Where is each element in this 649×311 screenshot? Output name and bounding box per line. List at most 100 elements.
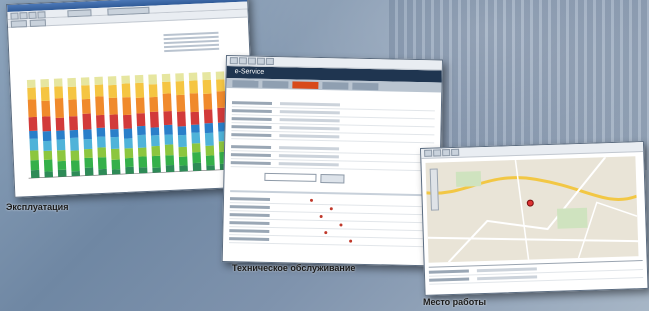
map-view[interactable] [425,156,639,263]
bar-segment [124,138,133,149]
map-roads [426,156,639,263]
tab-active[interactable] [292,81,319,89]
toolbar-button[interactable] [238,57,247,65]
bar-segment [110,129,119,138]
bar-segment [137,134,147,148]
bar-segment [204,132,214,146]
service-window: e-Service [221,55,443,267]
toolbar-button[interactable] [442,149,451,157]
bar-segment [137,147,147,157]
tab[interactable] [262,80,289,89]
bar-segment [204,122,214,134]
bar-segment [110,136,120,150]
bar-segment [152,167,161,173]
bar-segment [164,144,174,156]
bar-segment [149,111,159,128]
bar-segment [149,96,159,112]
bar-segment [44,171,54,178]
bar-segment [162,93,172,112]
bar-segment [165,164,175,173]
bar-segment [96,136,106,148]
chart-legend [163,31,220,54]
bar-segment [27,87,37,100]
bar-segment [67,77,77,88]
bar-segment [138,156,148,168]
refresh-button[interactable] [320,174,345,184]
status-dot [349,239,353,243]
service-form [224,100,441,186]
toolbar-button[interactable] [229,57,238,65]
bar-segment [69,129,79,139]
toolbar-button[interactable] [247,57,256,65]
bar-segment [107,76,117,86]
stacked-bar-chart [26,70,247,179]
bar-segment [94,76,104,85]
bar-segment [163,124,173,135]
bar-segment [121,83,131,98]
toolbar-button[interactable] [10,20,28,28]
bar-segment [203,109,213,124]
bar-segment [189,80,199,94]
bar-segment [165,155,175,166]
bar-segment [30,160,40,171]
bar-segment [150,135,160,147]
bar-segment [192,162,202,172]
toolbar-button[interactable] [433,149,442,157]
bar-segment [108,84,118,99]
bar-segment [189,93,199,113]
bar-segment [43,140,52,151]
bar-segment [164,134,174,145]
bar-segment [80,77,90,86]
toolbar-button[interactable] [424,149,433,157]
bar-segment [148,74,158,85]
tab[interactable] [232,80,259,88]
bar-segment [29,138,39,151]
map-window [420,140,649,296]
bar-segment [43,159,53,172]
bar-segment [30,169,40,179]
toolbar-button[interactable] [256,57,265,65]
bar-segment [69,116,78,131]
status-dot [329,207,333,211]
tab[interactable] [352,82,379,91]
bar-segment [203,93,213,110]
bar-segment [161,73,171,82]
bar-segment [150,127,160,136]
bar-segment [176,94,186,112]
bar-segment [135,82,145,98]
bar-segment [121,75,131,84]
map-zoom-control[interactable] [429,168,439,211]
bar-segment [55,117,65,131]
bar-segment [111,159,121,170]
bar-segment [151,155,161,168]
bar-segment [57,160,67,171]
bar-segment [111,169,121,175]
service-input[interactable] [264,172,317,182]
bar-segment [216,79,225,92]
bar-segment [191,143,201,153]
bar-segment [124,157,134,168]
bar-segment [96,127,106,137]
bar-segment [70,150,80,161]
toolbar-button[interactable] [265,57,274,66]
bar-segment [68,99,78,117]
caption-workplace: Место работы [423,297,487,307]
bar-segment [122,97,132,116]
bar-segment [56,139,66,151]
bar-segment [53,78,63,87]
bar-segment [215,71,225,80]
bar-segment [179,165,188,172]
bar-segment [134,74,144,84]
toolbar-button[interactable] [29,19,47,27]
toolbar-button[interactable] [451,148,460,157]
bar-segment [148,84,158,98]
bar-segment [98,168,107,176]
tab[interactable] [322,82,349,90]
bar-segment [67,86,77,100]
status-dot [339,223,343,227]
status-dot [309,198,314,202]
bar-segment [40,86,50,101]
bar-segment [163,110,173,126]
bar-segment [125,166,134,174]
status-dot [319,214,323,219]
